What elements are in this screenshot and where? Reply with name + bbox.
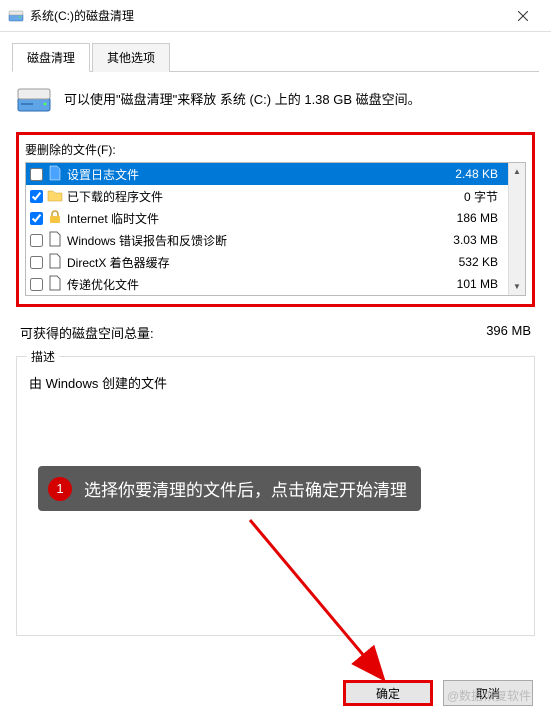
scroll-up-button[interactable]: ▲	[509, 163, 525, 180]
file-size: 2.48 KB	[455, 167, 504, 181]
annotation-text: 选择你要清理的文件后，点击确定开始清理	[84, 476, 407, 501]
tab-disk-cleanup[interactable]: 磁盘清理	[12, 43, 90, 72]
file-row[interactable]: Internet 临时文件 186 MB	[26, 207, 508, 229]
tab-bar: 磁盘清理 其他选项	[12, 42, 539, 72]
space-label: 可获得的磁盘空间总量:	[20, 323, 154, 342]
file-name: Windows 错误报告和反馈诊断	[67, 232, 449, 249]
file-row[interactable]: 传递优化文件 101 MB	[26, 273, 508, 295]
description-legend: 描述	[27, 348, 59, 365]
file-size: 532 KB	[459, 255, 504, 269]
tab-content: 可以使用"磁盘清理"来释放 系统 (C:) 上的 1.38 GB 磁盘空间。 要…	[0, 72, 551, 650]
file-list: 设置日志文件 2.48 KB 已下载的程序文件0 字节 Internet 临时文件 18…	[25, 162, 526, 296]
file-size: 186 MB	[457, 211, 504, 225]
file-checkbox[interactable]	[30, 256, 43, 269]
file-name: 设置日志文件	[67, 166, 451, 183]
scroll-down-button[interactable]: ▼	[509, 278, 525, 295]
space-value: 396 MB	[486, 323, 531, 342]
ok-button[interactable]: 确定	[343, 680, 433, 706]
file-checkbox[interactable]	[30, 278, 43, 291]
space-row: 可获得的磁盘空间总量: 396 MB	[16, 317, 535, 348]
window-title: 系统(C:)的磁盘清理	[30, 7, 503, 24]
file-type-icon	[47, 253, 63, 272]
file-name: Internet 临时文件	[67, 210, 453, 227]
file-row[interactable]: Windows 错误报告和反馈诊断 3.03 MB	[26, 229, 508, 251]
file-type-icon	[47, 275, 63, 294]
file-size: 0 字节	[464, 188, 504, 205]
info-text: 可以使用"磁盘清理"来释放 系统 (C:) 上的 1.38 GB 磁盘空间。	[64, 90, 421, 110]
scrollbar[interactable]: ▲ ▼	[508, 163, 525, 295]
file-name: 传递优化文件	[67, 276, 453, 293]
info-row: 可以使用"磁盘清理"来释放 系统 (C:) 上的 1.38 GB 磁盘空间。	[16, 86, 535, 114]
file-checkbox[interactable]	[30, 212, 43, 225]
disk-icon	[16, 86, 52, 114]
close-button[interactable]	[503, 1, 543, 31]
annotation-bubble: 1 选择你要清理的文件后，点击确定开始清理	[38, 466, 421, 511]
close-icon	[518, 11, 528, 21]
titlebar: 系统(C:)的磁盘清理	[0, 0, 551, 32]
files-section-highlight: 要删除的文件(F): 设置日志文件2.48 KB已下载的程序文件0 字节Inte…	[16, 132, 535, 307]
button-row: 确定 取消	[343, 680, 533, 706]
annotation-number: 1	[48, 477, 72, 501]
file-row[interactable]: DirectX 着色器缓存 532 KB	[26, 251, 508, 273]
file-type-icon	[47, 209, 63, 228]
file-size: 101 MB	[457, 277, 504, 291]
file-row[interactable]: 已下载的程序文件0 字节	[26, 185, 508, 207]
cancel-button[interactable]: 取消	[443, 680, 533, 706]
file-name: DirectX 着色器缓存	[67, 254, 455, 271]
file-size: 3.03 MB	[453, 233, 504, 247]
tab-other-options[interactable]: 其他选项	[92, 43, 170, 72]
file-checkbox[interactable]	[30, 234, 43, 247]
file-row[interactable]: 设置日志文件 2.48 KB	[26, 163, 508, 185]
description-text: 由 Windows 创建的文件	[29, 373, 522, 392]
files-label: 要删除的文件(F):	[25, 141, 526, 158]
file-checkbox[interactable]	[30, 168, 43, 181]
file-type-icon	[47, 165, 63, 184]
file-checkbox[interactable]	[30, 190, 43, 203]
file-name: 已下载的程序文件	[67, 188, 460, 205]
file-type-icon	[47, 231, 63, 250]
file-type-icon	[47, 187, 63, 206]
disk-cleanup-icon	[8, 8, 24, 24]
